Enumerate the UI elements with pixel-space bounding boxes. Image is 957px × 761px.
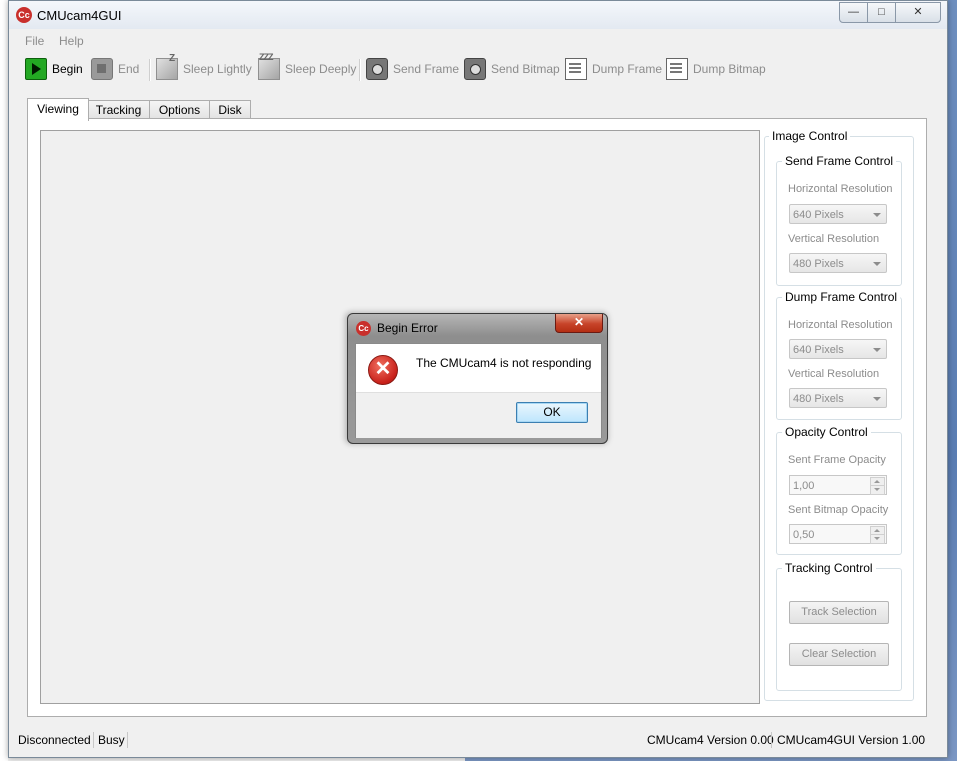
end-label: End [118,62,140,76]
send-h-resolution-value: 640 Pixels [793,209,844,221]
connection-status: Disconnected [18,733,91,747]
sent-bitmap-opacity-spinbox[interactable]: 0,50 [789,524,887,544]
toolbar: Begin End Z Sleep Lightly ZZZ Sleep Deep… [15,51,941,87]
sleep-deeply-label: Sleep Deeply [285,62,357,76]
menu-help[interactable]: Help [59,34,84,48]
send-h-resolution-label: Horizontal Resolution [788,183,893,195]
tab-disk[interactable]: Disk [209,100,251,119]
send-h-resolution-select[interactable]: 640 Pixels [789,204,887,224]
image-control-title: Image Control [769,129,851,143]
cmucam-version: CMUcam4 Version 0.00 [647,733,774,747]
clear-selection-button[interactable]: Clear Selection [789,643,889,666]
maximize-button[interactable]: □ [867,2,896,23]
tracking-control-title: Tracking Control [782,561,876,575]
dump-frame-control-group: Dump Frame Control Horizontal Resolution… [776,290,902,420]
begin-button[interactable]: Begin [25,57,83,81]
status-separator [771,732,772,748]
dump-v-resolution-select[interactable]: 480 Pixels [789,388,887,408]
end-button[interactable]: End [91,57,139,81]
send-bitmap-button[interactable]: Send Bitmap [464,57,560,81]
sent-frame-opacity-label: Sent Frame Opacity [788,454,886,466]
send-v-resolution-select[interactable]: 480 Pixels [789,253,887,273]
dialog-close-button[interactable]: ✕ [555,314,603,333]
status-separator [127,732,128,748]
app-icon: Cc [356,321,371,336]
app-icon: Cc [16,7,32,23]
dialog-footer: OK [356,392,601,438]
dump-frame-button[interactable]: Dump Frame [565,57,662,81]
send-bitmap-label: Send Bitmap [491,62,560,76]
sent-frame-opacity-spinbox[interactable]: 1,00 [789,475,887,495]
dump-frame-control-title: Dump Frame Control [782,290,901,304]
sleep-lightly-button[interactable]: Z Sleep Lightly [156,53,252,81]
chevron-down-icon [873,397,881,401]
sent-bitmap-opacity-value: 0,50 [793,529,815,541]
send-frame-control-title: Send Frame Control [782,154,897,168]
chevron-down-icon [873,348,881,352]
send-v-resolution-value: 480 Pixels [793,258,844,270]
sleep-zzz-glyph: ZZZ [259,52,273,62]
status-separator [93,732,94,748]
ok-button[interactable]: OK [516,402,588,423]
play-icon [25,58,47,80]
dialog-message: The CMUcam4 is not responding [416,356,592,370]
tab-options[interactable]: Options [149,100,210,119]
dump-v-resolution-label: Vertical Resolution [788,368,880,380]
minimize-button[interactable]: — [839,2,868,23]
begin-error-dialog: Cc Begin Error ✕ ✕ The CMUcam4 is not re… [347,313,608,444]
toolbar-separator [149,59,151,81]
toolbar-separator [359,59,361,81]
sleep-deeply-button[interactable]: ZZZ Sleep Deeply [258,52,357,81]
tab-viewing[interactable]: Viewing [27,98,89,121]
track-selection-button[interactable]: Track Selection [789,601,889,624]
send-v-resolution-label: Vertical Resolution [788,233,880,245]
dump-h-resolution-value: 640 Pixels [793,344,844,356]
title-bar[interactable]: Cc CMUcam4GUI — □ ✕ [9,1,947,29]
tracking-control-group: Tracking Control Track Selection Clear S… [776,561,902,691]
begin-label: Begin [52,62,83,76]
sleep-z-glyph: Z [169,53,176,64]
dialog-body: ✕ The CMUcam4 is not responding OK [355,343,602,438]
dump-h-resolution-label: Horizontal Resolution [788,319,893,331]
sleep-lightly-label: Sleep Lightly [183,62,252,76]
camera-icon [366,58,388,80]
dump-bitmap-button[interactable]: Dump Bitmap [666,57,766,81]
camera-bitmap-icon [464,58,486,80]
sleep-lightly-icon: Z [156,53,178,80]
menu-file[interactable]: File [25,34,44,48]
document-bitmap-icon [666,58,688,80]
opacity-control-title: Opacity Control [782,425,871,439]
chevron-down-icon [873,262,881,266]
send-frame-label: Send Frame [393,62,460,76]
gui-version: CMUcam4GUI Version 1.00 [777,733,926,747]
spin-down-icon[interactable] [870,534,885,544]
close-button[interactable]: ✕ [895,2,941,23]
sent-frame-opacity-value: 1,00 [793,480,815,492]
dialog-title: Begin Error [377,321,438,335]
dump-h-resolution-select[interactable]: 640 Pixels [789,339,887,359]
menu-bar: File Help [15,31,941,50]
error-icon: ✕ [368,355,398,385]
document-icon [565,58,587,80]
status-bar: Disconnected Busy CMUcam4 Version 0.00 C… [9,728,947,753]
sent-bitmap-opacity-label: Sent Bitmap Opacity [788,504,889,516]
dump-v-resolution-value: 480 Pixels [793,393,844,405]
opacity-control-group: Opacity Control Sent Frame Opacity 1,00 … [776,425,902,555]
window-title: CMUcam4GUI [37,8,122,23]
spin-down-icon[interactable] [870,485,885,495]
send-frame-control-group: Send Frame Control Horizontal Resolution… [776,154,902,286]
send-frame-button[interactable]: Send Frame [366,57,459,81]
busy-status: Busy [98,733,125,747]
background-window-edge [0,0,8,761]
tab-tracking[interactable]: Tracking [87,100,150,119]
chevron-down-icon [873,213,881,217]
dump-frame-label: Dump Frame [592,62,663,76]
sleep-deeply-icon: ZZZ [258,52,280,80]
stop-icon [91,58,113,80]
dump-bitmap-label: Dump Bitmap [693,62,766,76]
